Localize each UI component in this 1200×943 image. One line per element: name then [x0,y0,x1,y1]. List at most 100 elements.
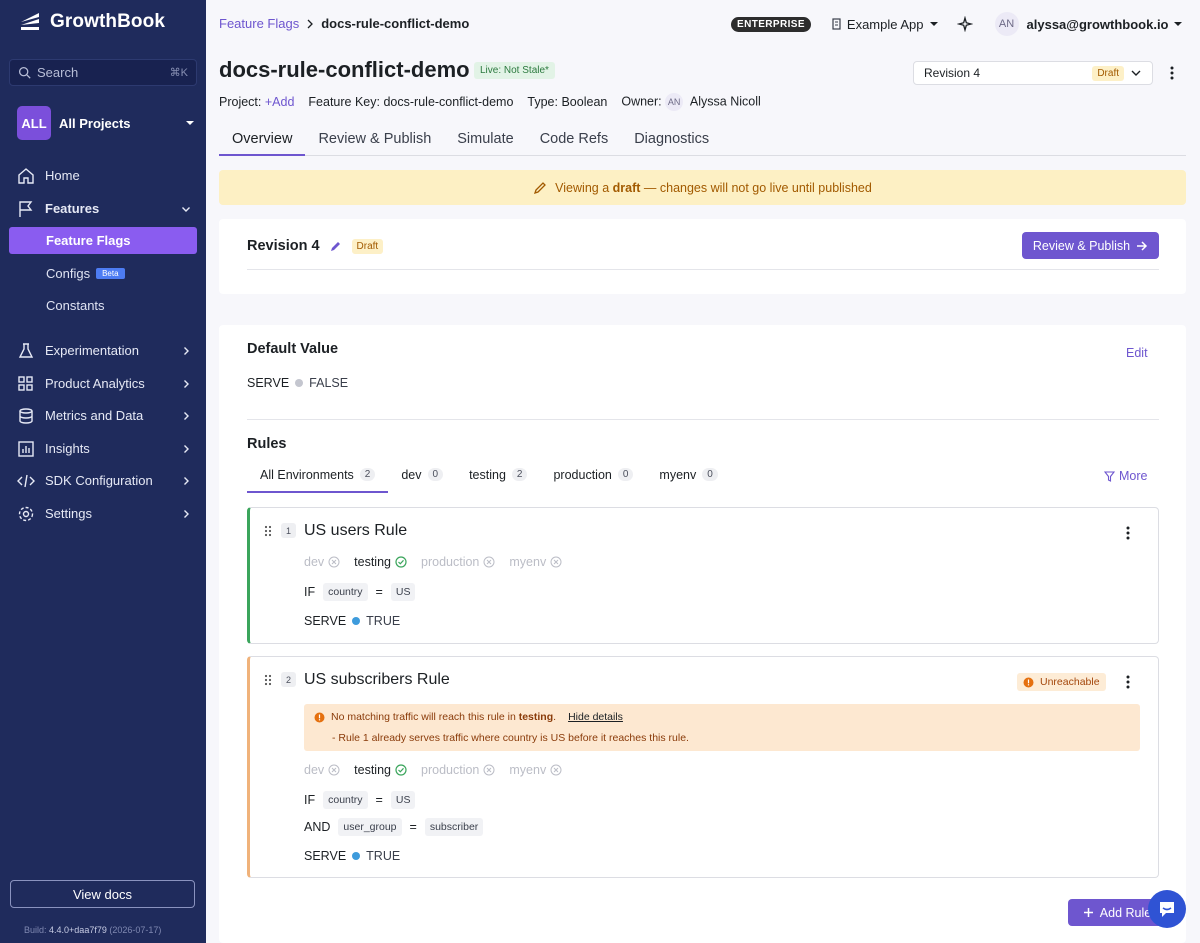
more-options-icon[interactable] [1164,63,1180,83]
rule-more-options-icon[interactable] [1120,672,1136,692]
caret-down-icon [186,121,194,125]
org-selector[interactable]: Example App [831,17,939,32]
env-tab-myenv[interactable]: myenv 0 [646,463,730,493]
drag-handle-icon[interactable] [264,674,272,686]
chevron-right-icon [184,476,189,485]
review-publish-label: Review & Publish [1032,238,1131,253]
chat-support-button[interactable] [1148,890,1186,928]
revision-select[interactable]: Revision 4 Draft [913,61,1153,85]
env-tab-testing-label: testing [469,468,506,482]
condition-value: US [390,791,416,809]
breadcrumb-current: docs-rule-conflict-demo [321,16,470,31]
plus-icon [1083,908,1093,917]
env-label: production [421,555,480,569]
chevron-right-icon [184,411,189,420]
build-version: 4.4.0+daa7f79 [49,925,107,935]
hide-details-link[interactable]: Hide details [568,711,623,723]
warning-env: testing [518,711,554,723]
rule-serve-value: TRUE [366,614,401,628]
tab-simulate[interactable]: Simulate [444,126,526,156]
tab-diagnostics[interactable]: Diagnostics [621,126,722,156]
sparkle-icon[interactable] [956,16,973,32]
divider [247,419,1159,420]
rule-more-options-icon[interactable] [1120,523,1136,543]
true-dot [352,617,361,625]
serve-label: SERVE [304,614,347,628]
nav-constants[interactable]: Constants [9,292,197,319]
search-input[interactable]: Search ⌘K [9,59,197,86]
avatar[interactable]: AN [994,12,1019,36]
project-selector[interactable]: ALL All Projects [17,106,195,140]
rule-environments: dev testing production myenv [304,763,562,777]
env-dev-disabled: dev [304,763,340,777]
rule-title: US users Rule [304,522,408,539]
warning-detail: - Rule 1 already serves traffic where co… [332,732,689,744]
stale-badge[interactable]: Live: Not Stale* [474,62,555,79]
nav-feature-flags[interactable]: Feature Flags [9,227,197,254]
env-tab-testing[interactable]: testing 2 [456,463,540,493]
nav-settings[interactable]: Settings [9,500,197,527]
search-icon [18,66,31,79]
edit-default-link[interactable]: Edit [1126,346,1148,360]
tab-code-refs[interactable]: Code Refs [527,126,622,156]
nav-sdk-configuration[interactable]: SDK Configuration [9,467,197,494]
warning-summary: No matching traffic will reach this rule… [314,711,623,723]
more-filter-button[interactable]: More [1104,469,1147,483]
feature-tabs: Overview Review & Publish Simulate Code … [219,126,1186,156]
add-project-link[interactable]: +Add [265,95,295,109]
tab-overview[interactable]: Overview [219,126,306,156]
caret-down-icon[interactable] [1173,19,1183,29]
rule-condition: IF country = US [304,791,416,809]
nav-product-analytics[interactable]: Product Analytics [9,370,197,397]
enterprise-badge: ENTERPRISE [731,16,811,32]
nav-experimentation[interactable]: Experimentation [9,337,197,364]
warning-text: No matching traffic will reach this rule… [331,711,557,723]
chevron-right-icon [184,346,189,355]
meta-type-label: Type: [527,95,558,109]
chevron-right-icon [184,509,189,518]
nav-metrics-label: Metrics and Data [45,408,144,423]
unreachable-warning: No matching traffic will reach this rule… [304,704,1140,751]
view-docs-button[interactable]: View docs [10,880,195,908]
rule-number: 1 [281,523,296,538]
breadcrumb-feature-flags[interactable]: Feature Flags [219,16,299,31]
rule-number: 2 [281,672,296,687]
nav-insights[interactable]: Insights [9,435,197,462]
rule-card-2: 2 US subscribers Rule Unreachable No mat… [247,656,1159,878]
meta-owner-label: Owner: [621,94,662,109]
env-label: production [421,763,480,777]
default-serve-value: FALSE [309,376,349,390]
env-tab-production-label: production [553,468,612,482]
env-tab-production[interactable]: production 0 [540,463,646,493]
brand-logo[interactable]: GrowthBook [18,10,165,34]
drag-handle-icon[interactable] [264,525,272,537]
review-publish-button[interactable]: Review & Publish [1022,232,1159,259]
env-tab-dev-count: 0 [427,468,444,481]
nav-configs[interactable]: Configs Beta [9,260,197,287]
nav-metrics-and-data[interactable]: Metrics and Data [9,402,197,429]
env-label: dev [304,763,325,777]
env-tab-dev[interactable]: dev 0 [388,463,456,493]
build-info: Build: 4.4.0+daa7f79 (2026-07-17) [24,925,161,935]
serve-label: SERVE [247,376,290,390]
check-circle-icon [395,764,407,776]
env-tab-all[interactable]: All Environments 2 [247,463,389,493]
rules-title: Rules [247,436,287,452]
env-tab-testing-count: 2 [511,468,528,481]
nav-home[interactable]: Home [9,162,197,189]
meta-feature-key-label: Feature Key: [308,95,380,109]
user-email[interactable]: alyssa@growthbook.io [1027,17,1169,32]
caret-down-icon [929,22,938,26]
edit-pencil-icon[interactable] [330,240,342,252]
chart-icon [18,440,34,457]
flag-icon [19,200,33,217]
more-label: More [1119,469,1148,483]
draft-badge: Draft [1092,65,1124,81]
nav-features[interactable]: Features [9,195,197,222]
feature-meta: Project: +Add Feature Key: docs-rule-con… [219,93,761,111]
env-production-disabled: production [421,555,495,569]
owner-avatar: AN [665,93,684,111]
x-circle-icon [328,556,340,568]
tab-review-publish[interactable]: Review & Publish [305,126,444,156]
env-tab-myenv-count: 0 [702,468,718,481]
